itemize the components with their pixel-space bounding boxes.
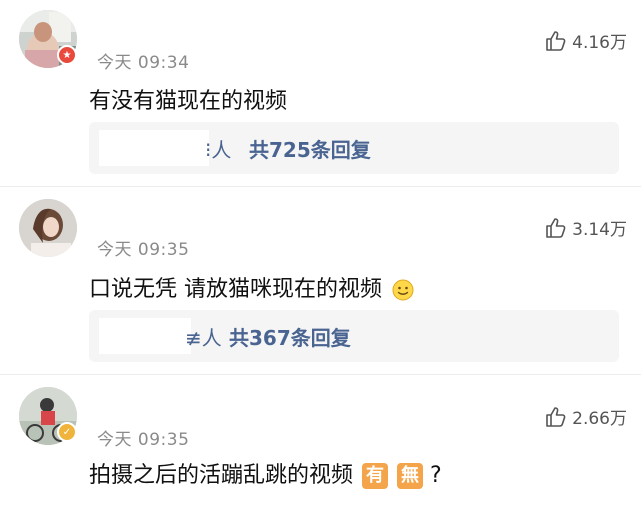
reply-count-link[interactable]: 共725条回复 [249,134,371,163]
emoji-you: 有 [362,463,389,489]
like-count: 3.14万 [572,220,627,240]
comment-time: 今天 09:35 [97,240,190,260]
thumbs-up-icon [546,30,566,51]
comment-text: 口说无凭 请放猫咪现在的视频 [89,271,415,303]
reply-count-link[interactable]: 共367条回复 [229,322,351,351]
comment-time: 今天 09:34 [97,53,190,73]
redacted-area [99,130,209,166]
comment-text-body: 口说无凭 请放猫咪现在的视频 [89,277,382,302]
reply-prefix: ⁝人 [205,138,232,162]
reply-summary[interactable]: ≢人 共367条回复 [89,310,619,362]
thumbs-up-icon [546,217,566,238]
reply-summary[interactable]: ⁝人 共725条回复 [89,122,619,174]
comment-item: ★ 今天 09:34 4.16万 有没有猫现在的视频 ⁝人 共725条回复 [0,0,641,186]
smile-emoji-icon [392,279,414,301]
like-button[interactable]: 3.14万 [544,215,627,240]
star-badge-icon: ★ [57,45,77,65]
comment-item: 今天 09:35 3.14万 口说无凭 请放猫咪现在的视频 ≢人 共367条回复 [0,187,641,374]
like-count: 2.66万 [572,409,627,429]
comment-time: 今天 09:35 [97,430,190,450]
comment-text-end: ? [430,463,442,488]
comment-text-body: 拍摄之后的活蹦乱跳的视频 [89,463,354,488]
thumbs-up-icon [546,406,566,427]
comment-item: ✓ 今天 09:35 2.66万 拍摄之后的活蹦乱跳的视频 有 無 ? [0,375,641,508]
like-count: 4.16万 [572,33,627,53]
like-button[interactable]: 4.16万 [544,28,627,53]
reply-prefix: ≢人 [185,326,222,350]
redacted-area [99,318,191,354]
comment-text: 拍摄之后的活蹦乱跳的视频 有 無 ? [89,457,442,489]
emoji-wu: 無 [397,463,424,489]
verified-badge-icon: ✓ [57,422,77,442]
comment-text: 有没有猫现在的视频 [89,89,288,114]
avatar[interactable] [19,199,77,257]
like-button[interactable]: 2.66万 [544,404,627,429]
